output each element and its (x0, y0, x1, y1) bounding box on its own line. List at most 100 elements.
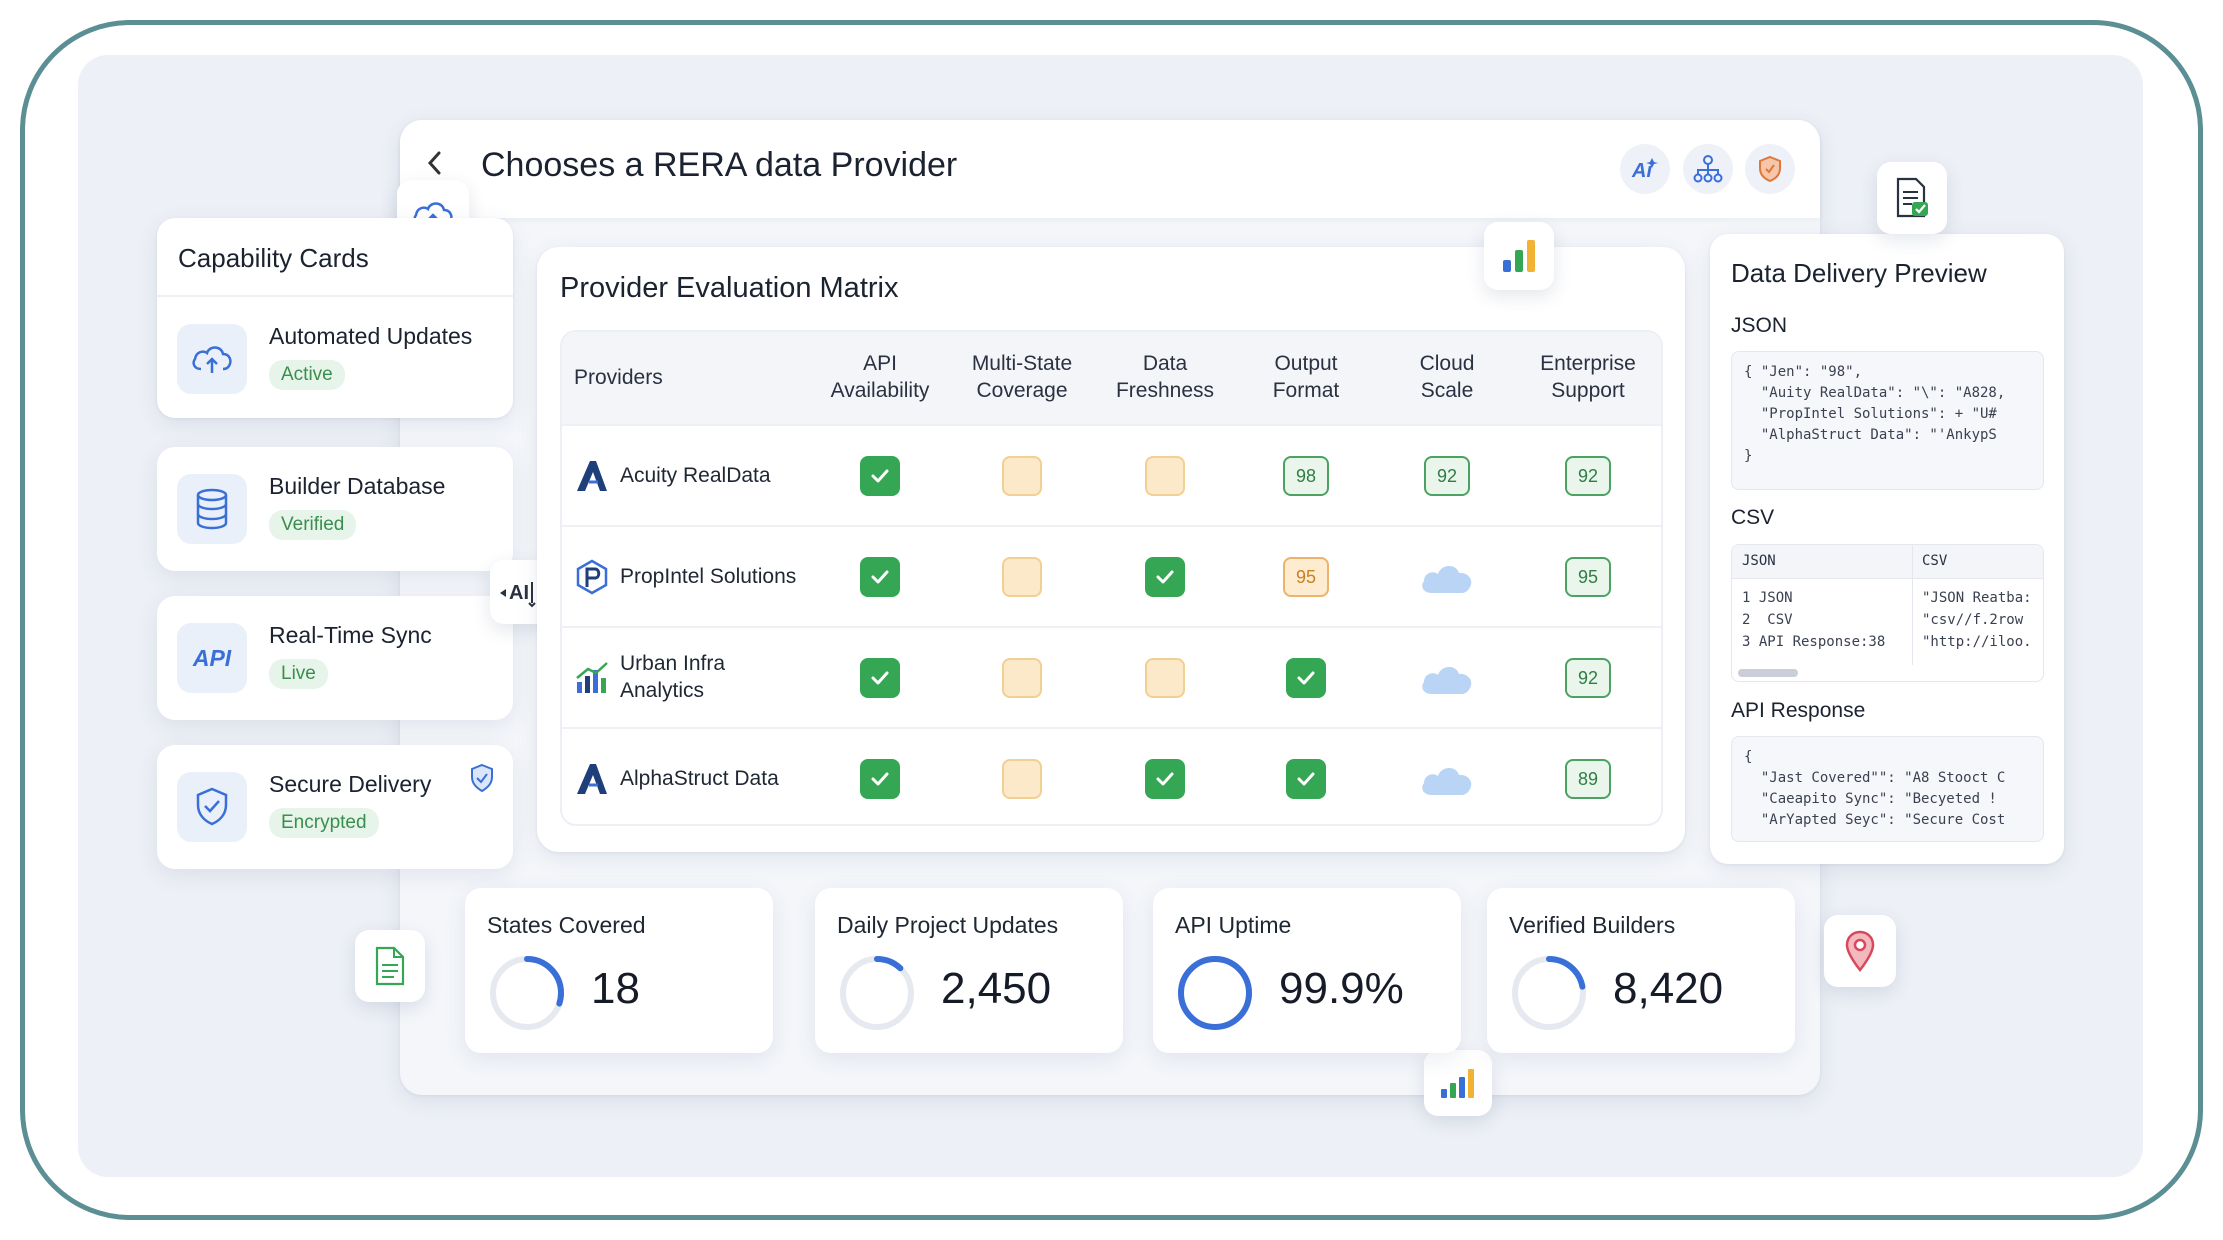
api-icon: API (192, 644, 232, 671)
capability-name: Secure Delivery (269, 771, 432, 797)
a-logo-icon (574, 458, 610, 494)
back-button[interactable] (425, 150, 445, 184)
status-badge: Encrypted (269, 808, 379, 838)
code-line: "AlphaStruct Data": "'AnkypS (1744, 427, 1997, 443)
progress-ring (1512, 956, 1586, 1030)
csv-preview: JSON CSV 1 JSON 2 CSV 3 API Response:38 … (1731, 544, 2044, 682)
column-header: Data Freshness (1115, 352, 1215, 402)
stat-card: API Uptime 99.9% (1153, 888, 1461, 1053)
pending-status-cell (1002, 658, 1042, 698)
delivery-title: Data Delivery Preview (1731, 258, 1987, 288)
table-row[interactable]: PropIntel Solutions 95 95 (562, 525, 1661, 626)
csv-header-cell: CSV (1922, 553, 1948, 569)
provider-name: Acuity RealData (620, 464, 771, 487)
matrix-title: Provider Evaluation Matrix (560, 272, 899, 304)
cap-icon-box (177, 474, 247, 544)
network-icon (1693, 155, 1723, 183)
score-badge: 98 (1283, 456, 1329, 496)
page-title: Chooses a RERA data Provider (481, 146, 958, 184)
horizontal-scrollbar[interactable] (1738, 669, 1798, 677)
code-line: { "Jen": "98", (1744, 364, 1863, 380)
status-badge: Verified (269, 510, 357, 540)
check-icon (1286, 759, 1326, 799)
stat-card: Daily Project Updates 2,450 (815, 888, 1123, 1053)
column-header: Multi-State Coverage (971, 352, 1073, 402)
stat-value: 2,450 (941, 964, 1052, 1013)
code-line: "Caeapito Sync": "Becyeted ! (1744, 791, 1997, 807)
stats-floating-button[interactable] (1424, 1050, 1492, 1116)
status-badge: Live (269, 659, 328, 689)
column-header: Output Format (1272, 352, 1340, 402)
document-check-icon (1896, 177, 1928, 218)
api-response-preview: { "Jast Covered"": "A8 Stooct C "Caeapit… (1731, 736, 2044, 842)
check-icon (860, 456, 900, 496)
shield-check-icon (196, 787, 228, 826)
csv-cell: 3 API Response:38 (1742, 634, 1886, 650)
shield-verified-icon (471, 763, 493, 793)
progress-ring (840, 956, 914, 1030)
table-row[interactable]: AlphaStruct Data 89 (562, 727, 1661, 824)
csv-cell: "JSON Reatba: (1922, 590, 2032, 606)
check-icon (860, 557, 900, 597)
score-badge: 92 (1565, 658, 1611, 698)
capability-card-secure-delivery[interactable]: Secure Delivery Encrypted (157, 745, 513, 869)
chart-floating-button[interactable] (1484, 222, 1554, 290)
code-line: "PropIntel Solutions": + "U# (1744, 406, 1997, 422)
document-icon (375, 946, 405, 986)
cap-icon-box (177, 324, 247, 394)
location-floating-button[interactable] (1824, 915, 1896, 987)
column-header: Enterprise Support (1540, 352, 1636, 402)
score-badge: 92 (1424, 456, 1470, 496)
a-logo-icon (574, 761, 610, 797)
capability-card-automated-updates[interactable]: Automated Updates Active (157, 297, 513, 421)
capability-name: Real-Time Sync (269, 622, 432, 648)
csv-header-cell: JSON (1742, 553, 1776, 569)
table-row[interactable]: Urban Infra Analytics 92 (562, 626, 1661, 727)
stat-value: 18 (591, 964, 640, 1013)
check-icon (860, 658, 900, 698)
score-badge: 89 (1565, 759, 1611, 799)
bar-chart-icon (1441, 1069, 1474, 1098)
chevron-left-icon (427, 151, 441, 175)
csv-cell: "csv//f.2row (1922, 612, 2024, 628)
progress-ring (490, 956, 564, 1030)
location-pin-icon (1845, 930, 1875, 972)
stat-value: 99.9% (1279, 964, 1404, 1013)
column-header: Cloud Scale (1419, 352, 1475, 402)
bar-chart-icon (1503, 240, 1535, 272)
check-icon (1286, 658, 1326, 698)
pending-status-cell (1145, 456, 1185, 496)
column-header: API Availability (830, 352, 930, 402)
stat-label: States Covered (487, 912, 646, 938)
check-icon (1145, 557, 1185, 597)
provider-evaluation-table: Providers API Availability Multi-State Cov… (560, 330, 1663, 826)
check-icon (860, 759, 900, 799)
pending-status-cell (1002, 759, 1042, 799)
document-floating-button[interactable] (355, 930, 425, 1002)
capability-name: Builder Database (269, 473, 446, 499)
capability-card-real-time-sync[interactable]: API Real-Time Sync Live (157, 596, 513, 720)
shield-icon (1759, 155, 1781, 183)
code-line: { (1744, 749, 1753, 765)
document-check-floating-button[interactable] (1877, 162, 1947, 234)
provider-name: AlphaStruct Data (620, 767, 779, 790)
score-badge: 95 (1283, 557, 1329, 597)
ai-button[interactable]: Ai (1620, 144, 1670, 194)
status-badge: Active (269, 360, 345, 390)
progress-ring (1178, 956, 1252, 1030)
ai-floating-text: AI (509, 582, 529, 604)
code-line: "Auity RealData": "\": "A828, (1744, 385, 2006, 401)
api-response-label: API Response (1731, 699, 1866, 722)
cloud-icon (1417, 759, 1477, 799)
stat-label: Daily Project Updates (837, 912, 1059, 938)
csv-cell: "http://iloo. (1922, 634, 2032, 650)
table-row[interactable]: Acuity RealData 98 92 92 (562, 424, 1661, 525)
provider-name: Urban Infra Analytics (620, 652, 726, 702)
column-header: Providers (574, 366, 663, 389)
cloud-icon (1417, 658, 1477, 698)
json-preview: { "Jen": "98", "Auity RealData": "\": "A… (1731, 351, 2044, 490)
capability-card-builder-database[interactable]: Builder Database Verified (157, 447, 513, 571)
security-button[interactable] (1745, 144, 1795, 194)
network-button[interactable] (1683, 144, 1733, 194)
bar-logo-icon (574, 660, 610, 696)
